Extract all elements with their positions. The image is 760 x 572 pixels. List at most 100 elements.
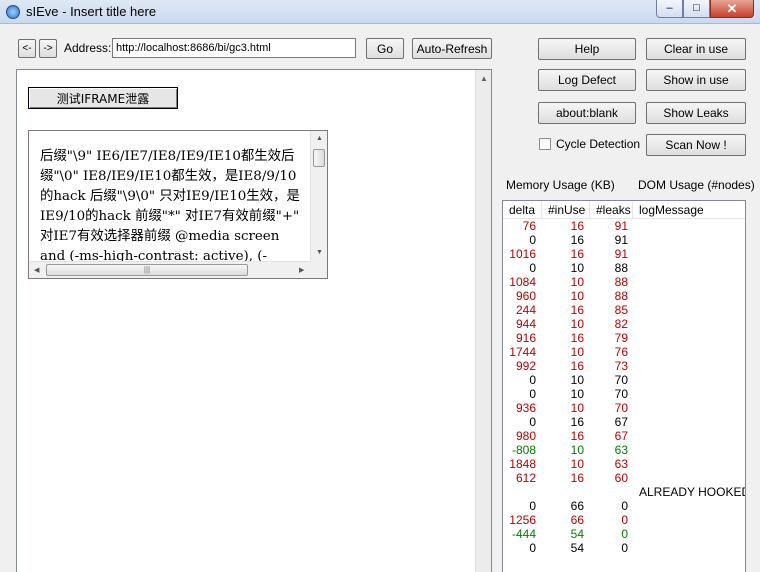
go-button[interactable]: Go (366, 38, 404, 59)
cell-log-message (639, 541, 745, 555)
cell-leaks: 85 (614, 303, 628, 317)
cell-leaks: 70 (614, 373, 628, 387)
table-row[interactable]: 1744 10 76 (503, 345, 745, 359)
column-header-inuse[interactable]: #inUse (542, 201, 590, 219)
address-input[interactable] (112, 38, 356, 58)
table-row[interactable]: 960 10 88 (503, 289, 745, 303)
scan-now-button[interactable]: Scan Now ! (646, 134, 746, 156)
text-area-hscrollbar[interactable]: ◀ ||| ▶ (29, 261, 311, 278)
cell-leaks: 91 (614, 219, 628, 233)
scroll-down-arrow-icon[interactable]: ▼ (316, 249, 323, 256)
table-row[interactable]: 936 10 70 (503, 401, 745, 415)
text-area[interactable]: 后缀"\9" IE6/IE7/IE8/IE9/IE10都生效后缀"\0" IE8… (28, 130, 328, 279)
column-header-leaks[interactable]: #leaks (590, 201, 633, 219)
table-row[interactable]: 916 16 79 (503, 331, 745, 345)
column-header-delta[interactable]: delta (503, 201, 542, 219)
cell-inuse: 54 (570, 527, 584, 541)
cell-inuse: 66 (570, 499, 584, 513)
close-button[interactable]: ✕ (710, 0, 754, 18)
maximize-icon: □ (693, 2, 700, 14)
cell-delta: 1848 (509, 457, 536, 471)
cell-inuse: 16 (570, 331, 584, 345)
table-row[interactable]: 612 16 60 (503, 471, 745, 485)
cell-leaks: 0 (621, 541, 628, 555)
cycle-detection-checkbox[interactable] (539, 138, 551, 150)
cell-leaks: 91 (614, 247, 628, 261)
text-area-vscrollbar[interactable]: ▲ ▼ (310, 131, 327, 261)
table-row[interactable]: -808 10 63 (503, 443, 745, 457)
test-iframe-leak-button[interactable]: 测试IFRAME泄露 (28, 87, 178, 109)
table-row[interactable]: ALREADY HOOKED I (503, 485, 745, 499)
cell-delta: 0 (529, 233, 536, 247)
cell-log-message (639, 289, 745, 303)
cell-delta: 944 (515, 317, 536, 331)
scroll-left-arrow-icon[interactable]: ◀ (34, 266, 39, 274)
browser-scrollbar[interactable]: ▲ (475, 70, 491, 572)
cell-log-message (639, 261, 745, 275)
table-row[interactable]: 1084 10 88 (503, 275, 745, 289)
forward-button[interactable]: -> (39, 39, 57, 58)
table-row[interactable]: 0 54 0 (503, 541, 745, 555)
log-table[interactable]: delta #inUse #leaks logMessage 76 16 91 0 16… (502, 200, 746, 572)
hscroll-thumb[interactable]: ||| (46, 264, 248, 276)
cell-leaks: 0 (621, 527, 628, 541)
table-row[interactable]: 944 10 82 (503, 317, 745, 331)
auto-refresh-button[interactable]: Auto-Refresh (412, 38, 492, 59)
cell-inuse: 10 (570, 401, 584, 415)
scroll-corner (311, 261, 327, 278)
about-blank-button[interactable]: about:blank (538, 102, 636, 124)
cell-delta: 992 (515, 359, 536, 373)
cell-log-message (639, 233, 745, 247)
cell-delta: 980 (515, 429, 536, 443)
show-in-use-button[interactable]: Show in use (646, 69, 746, 91)
table-row[interactable]: -444 54 0 (503, 527, 745, 541)
cell-delta: 0 (529, 541, 536, 555)
table-row[interactable]: 76 16 91 (503, 219, 745, 233)
minimize-button[interactable]: – (656, 0, 683, 18)
table-row[interactable]: 0 10 88 (503, 261, 745, 275)
cell-log-message (639, 499, 745, 513)
show-leaks-button[interactable]: Show Leaks (646, 102, 746, 124)
cell-leaks: 79 (614, 331, 628, 345)
table-row[interactable]: 244 16 85 (503, 303, 745, 317)
cell-delta (503, 485, 536, 499)
back-button[interactable]: <- (18, 39, 36, 58)
cell-leaks: 82 (614, 317, 628, 331)
cell-inuse: 16 (570, 359, 584, 373)
cell-delta: 1256 (509, 513, 536, 527)
cell-log-message (639, 471, 745, 485)
table-row[interactable]: 0 10 70 (503, 387, 745, 401)
vscroll-thumb[interactable] (313, 149, 325, 167)
cell-log-message (639, 359, 745, 373)
cell-inuse: 16 (570, 233, 584, 247)
scroll-up-icon[interactable]: ▲ (480, 74, 488, 83)
cell-leaks (590, 485, 628, 499)
log-defect-button[interactable]: Log Defect (538, 69, 636, 91)
table-row[interactable]: 0 66 0 (503, 499, 745, 513)
table-row[interactable]: 1016 16 91 (503, 247, 745, 261)
scroll-right-arrow-icon[interactable]: ▶ (299, 266, 304, 274)
table-row[interactable]: 992 16 73 (503, 359, 745, 373)
cell-inuse: 10 (570, 387, 584, 401)
table-row[interactable]: 980 16 67 (503, 429, 745, 443)
cell-inuse: 10 (570, 275, 584, 289)
table-row[interactable]: 1848 10 63 (503, 457, 745, 471)
cell-delta: 612 (515, 471, 536, 485)
cell-inuse: 10 (570, 443, 584, 457)
table-row[interactable]: 1256 66 0 (503, 513, 745, 527)
column-header-logmessage[interactable]: logMessage (633, 201, 745, 219)
cell-log-message (639, 429, 745, 443)
dom-usage-label: DOM Usage (#nodes) (638, 178, 755, 192)
cell-inuse: 10 (570, 457, 584, 471)
table-row[interactable]: 0 16 67 (503, 415, 745, 429)
clear-in-use-button[interactable]: Clear in use (646, 38, 746, 60)
table-row[interactable]: 0 10 70 (503, 373, 745, 387)
cell-delta: 1084 (509, 275, 536, 289)
cell-log-message (639, 345, 745, 359)
cell-delta: -808 (511, 443, 536, 457)
cell-delta: 0 (529, 387, 536, 401)
scroll-up-arrow-icon[interactable]: ▲ (316, 135, 323, 142)
help-button[interactable]: Help (538, 38, 636, 60)
table-row[interactable]: 0 16 91 (503, 233, 745, 247)
maximize-button[interactable]: □ (683, 0, 710, 18)
